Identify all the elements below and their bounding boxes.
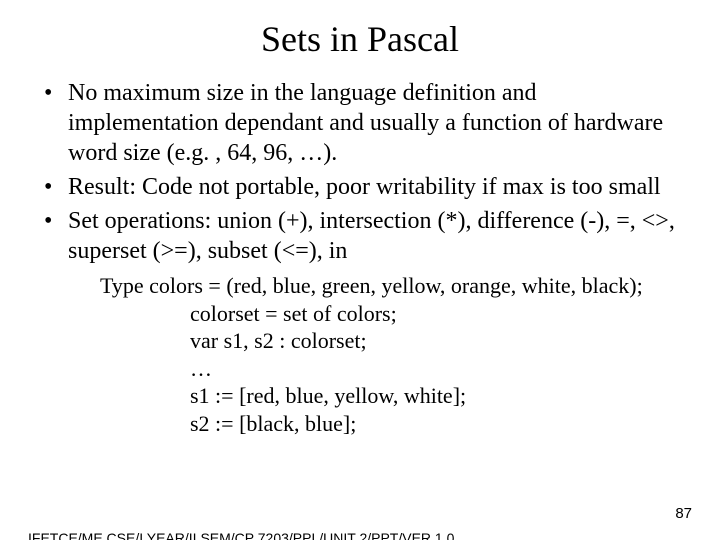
bullet-item: Result: Code not portable, poor writabil…: [40, 172, 680, 202]
code-line: colorset = set of colors;: [100, 300, 680, 328]
code-block: Type colors = (red, blue, green, yellow,…: [100, 272, 680, 437]
page-number: 87: [675, 505, 692, 522]
code-line: Type colors = (red, blue, green, yellow,…: [100, 272, 680, 300]
slide-title: Sets in Pascal: [0, 18, 720, 60]
code-line: s1 := [red, blue, yellow, white];: [100, 382, 680, 410]
bullet-item: No maximum size in the language definiti…: [40, 78, 680, 168]
code-line: s2 := [black, blue];: [100, 410, 680, 438]
bullet-list: No maximum size in the language definiti…: [40, 78, 680, 266]
bullet-item: Set operations: union (+), intersection …: [40, 206, 680, 266]
footer-text: IFETCE/ME CSE/I YEAR/II SEM/CP 7203/PPL/…: [28, 530, 454, 540]
code-line: var s1, s2 : colorset;: [100, 327, 680, 355]
code-line: …: [100, 355, 680, 383]
slide: Sets in Pascal No maximum size in the la…: [0, 18, 720, 540]
